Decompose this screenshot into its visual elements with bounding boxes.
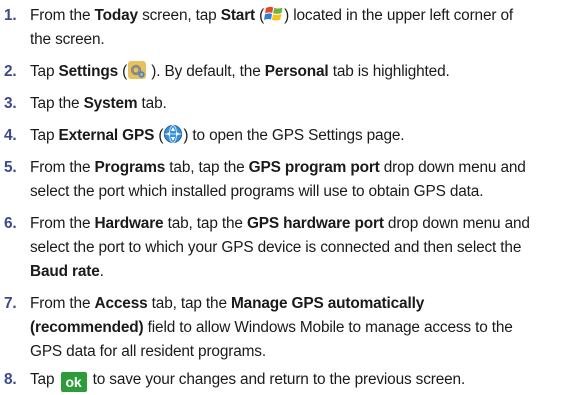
access-label: Access (94, 295, 148, 312)
start-label: Start (220, 7, 256, 24)
step-text: Tap the System tab. (30, 95, 167, 112)
external-gps-icon (163, 124, 183, 144)
settings-label: Settings (58, 63, 119, 80)
windows-start-icon (264, 4, 284, 24)
step-number: 2. (4, 63, 17, 80)
step-number: 6. (4, 215, 17, 232)
external-gps-label: External GPS (58, 127, 155, 144)
step-text: From the Programs tab, tap the GPS progr… (30, 159, 526, 200)
gps-program-port-label: GPS program port (248, 159, 380, 176)
instruction-steps: 1. From the Today screen, tap Start () l… (0, 0, 584, 395)
step-text: Tap ok to save your changes and return t… (30, 371, 466, 392)
step-number: 3. (4, 95, 17, 112)
today-label: Today (94, 7, 139, 24)
ok-button-icon: ok (60, 372, 87, 392)
manage-gps-label: Manage GPS automatically (231, 295, 425, 312)
step-number: 1. (4, 7, 17, 24)
programs-label: Programs (94, 159, 166, 176)
baud-rate-label: Baud rate (30, 263, 100, 280)
step-text: From the Today screen, tap Start () loca… (30, 4, 582, 52)
personal-label: Personal (264, 63, 329, 80)
step-number: 8. (4, 371, 17, 388)
step-text: Tap External GPS () to open the GPS Sett… (30, 124, 582, 148)
step-number: 4. (4, 127, 17, 144)
gps-hardware-port-label: GPS hardware port (246, 215, 384, 232)
settings-icon (127, 60, 147, 80)
step-number: 7. (4, 295, 17, 312)
hardware-label: Hardware (94, 215, 164, 232)
step-number: 5. (4, 159, 17, 176)
recommended-label: (recommended) (30, 319, 144, 336)
step-text: From the Hardware tab, tap the GPS hardw… (30, 215, 530, 280)
step-text: Tap Settings ( ). By default, the Person… (30, 60, 582, 84)
step-text: From the Access tab, tap the Manage GPS … (30, 295, 513, 360)
system-label: System (83, 95, 138, 112)
